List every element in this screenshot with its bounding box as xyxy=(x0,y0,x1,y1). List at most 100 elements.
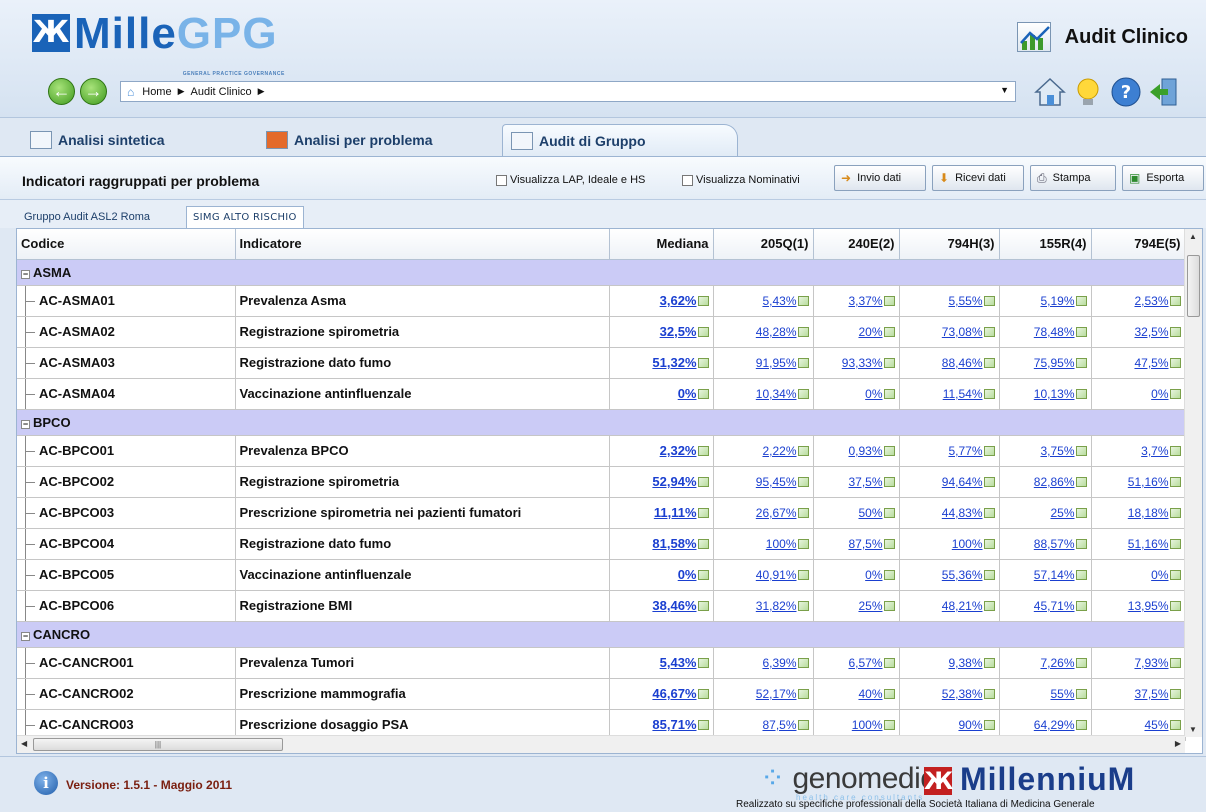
esporta-button[interactable]: ▣ Esporta xyxy=(1122,165,1204,191)
trend-chart-icon[interactable] xyxy=(697,658,709,668)
value-link[interactable]: 2,53% xyxy=(1134,294,1168,308)
table-row[interactable]: AC-BPCO03 Prescrizione spirometria nei pa… xyxy=(17,497,1186,529)
column-header[interactable]: Mediana xyxy=(609,229,714,260)
trend-chart-icon[interactable] xyxy=(1169,446,1181,456)
value-link[interactable]: 11,54% xyxy=(943,387,983,401)
ricevi-dati-button[interactable]: ⬇ Ricevi dati xyxy=(932,165,1024,191)
lightbulb-icon[interactable] xyxy=(1072,76,1104,108)
trend-chart-icon[interactable] xyxy=(983,508,995,518)
trend-chart-icon[interactable] xyxy=(697,539,709,549)
exit-icon[interactable] xyxy=(1148,76,1180,108)
trend-chart-icon[interactable] xyxy=(1169,296,1181,306)
value-link[interactable]: 87,5% xyxy=(762,718,796,732)
trend-chart-icon[interactable] xyxy=(697,446,709,456)
group-row[interactable]: − ASMA xyxy=(17,259,1185,286)
table-row[interactable]: AC-BPCO02 Registrazione spirometria 52,94%… xyxy=(17,466,1186,498)
value-link[interactable]: 51,32% xyxy=(652,355,696,370)
breadcrumb-item[interactable]: Audit Clinico xyxy=(191,86,252,98)
value-link[interactable]: 3,37% xyxy=(848,294,882,308)
table-row[interactable]: AC-ASMA02 Registrazione spirometria 32,5% 4… xyxy=(17,316,1186,348)
trend-chart-icon[interactable] xyxy=(797,689,809,699)
collapse-icon[interactable]: − xyxy=(21,269,30,279)
breadcrumb-item[interactable]: Home xyxy=(142,86,171,98)
trend-chart-icon[interactable] xyxy=(883,389,895,399)
value-link[interactable]: 45% xyxy=(1144,718,1168,732)
trend-chart-icon[interactable] xyxy=(1075,508,1087,518)
trend-chart-icon[interactable] xyxy=(1169,539,1181,549)
value-link[interactable]: 44,83% xyxy=(942,506,983,520)
value-link[interactable]: 0% xyxy=(1151,568,1168,582)
trend-chart-icon[interactable] xyxy=(797,601,809,611)
trend-chart-icon[interactable] xyxy=(1075,327,1087,337)
trend-chart-icon[interactable] xyxy=(797,446,809,456)
checkbox-icon[interactable] xyxy=(682,174,693,186)
trend-chart-icon[interactable] xyxy=(1169,570,1181,580)
table-row[interactable]: AC-CANCRO02 Prescrizione mammografia 46,67… xyxy=(17,678,1186,710)
tab-analisi-per-problema[interactable]: Analisi per problema xyxy=(258,124,488,156)
table-row[interactable]: AC-BPCO05 Vaccinazione antinfluenzale 0% 40… xyxy=(17,559,1186,591)
value-link[interactable]: 2,22% xyxy=(762,444,796,458)
trend-chart-icon[interactable] xyxy=(1169,720,1181,730)
value-link[interactable]: 26,67% xyxy=(756,506,797,520)
scroll-right-icon[interactable]: ▶ xyxy=(1175,739,1181,748)
value-link[interactable]: 91,95% xyxy=(756,356,797,370)
value-link[interactable]: 88,57% xyxy=(1034,537,1075,551)
trend-chart-icon[interactable] xyxy=(1169,477,1181,487)
value-link[interactable]: 6,57% xyxy=(848,656,882,670)
value-link[interactable]: 25% xyxy=(858,599,882,613)
scrollbar-thumb[interactable]: ||| xyxy=(33,738,283,751)
table-row[interactable]: AC-ASMA04 Vaccinazione antinfluenzale 0% 10… xyxy=(17,378,1186,410)
forward-icon[interactable]: → xyxy=(80,78,107,105)
trend-chart-icon[interactable] xyxy=(1075,358,1087,368)
value-link[interactable]: 55% xyxy=(1050,687,1074,701)
trend-chart-icon[interactable] xyxy=(697,327,709,337)
value-link[interactable]: 5,55% xyxy=(948,294,982,308)
table-row[interactable]: AC-BPCO01 Prevalenza BPCO 2,32% 2,22% 0,93% 5… xyxy=(17,435,1186,467)
value-link[interactable]: 38,46% xyxy=(652,598,696,613)
trend-chart-icon[interactable] xyxy=(697,477,709,487)
tab-audit-di-gruppo[interactable]: Audit di Gruppo xyxy=(502,124,738,156)
vertical-scrollbar[interactable]: ▲ ▼ xyxy=(1184,229,1202,737)
trend-chart-icon[interactable] xyxy=(1075,446,1087,456)
value-link[interactable]: 5,43% xyxy=(762,294,796,308)
value-link[interactable]: 100% xyxy=(766,537,797,551)
scroll-up-icon[interactable]: ▲ xyxy=(1189,232,1197,241)
trend-chart-icon[interactable] xyxy=(883,477,895,487)
value-link[interactable]: 37,5% xyxy=(848,475,882,489)
subtab-gruppo-audit[interactable]: Gruppo Audit ASL2 Roma xyxy=(18,206,156,228)
trend-chart-icon[interactable] xyxy=(1075,477,1087,487)
value-link[interactable]: 47,5% xyxy=(1134,356,1168,370)
value-link[interactable]: 57,14% xyxy=(1034,568,1075,582)
trend-chart-icon[interactable] xyxy=(697,720,709,730)
value-link[interactable]: 55,36% xyxy=(942,568,983,582)
trend-chart-icon[interactable] xyxy=(697,689,709,699)
trend-chart-icon[interactable] xyxy=(797,720,809,730)
value-link[interactable]: 52,38% xyxy=(942,687,983,701)
trend-chart-icon[interactable] xyxy=(883,446,895,456)
value-link[interactable]: 20% xyxy=(858,325,882,339)
value-link[interactable]: 94,64% xyxy=(942,475,983,489)
value-link[interactable]: 52,17% xyxy=(756,687,797,701)
value-link[interactable]: 93,33% xyxy=(842,356,883,370)
value-link[interactable]: 85,71% xyxy=(652,717,696,732)
trend-chart-icon[interactable] xyxy=(797,358,809,368)
trend-chart-icon[interactable] xyxy=(697,570,709,580)
value-link[interactable]: 5,43% xyxy=(660,655,697,670)
trend-chart-icon[interactable] xyxy=(797,389,809,399)
invio-dati-button[interactable]: ➜ Invio dati xyxy=(834,165,926,191)
check-nominativi[interactable]: Visualizza Nominativi xyxy=(682,174,800,186)
trend-chart-icon[interactable] xyxy=(1169,327,1181,337)
trend-chart-icon[interactable] xyxy=(1075,539,1087,549)
value-link[interactable]: 0,93% xyxy=(848,444,882,458)
trend-chart-icon[interactable] xyxy=(1169,389,1181,399)
trend-chart-icon[interactable] xyxy=(1169,358,1181,368)
trend-chart-icon[interactable] xyxy=(883,327,895,337)
value-link[interactable]: 73,08% xyxy=(942,325,983,339)
column-header[interactable]: 240E(2) xyxy=(813,229,900,260)
trend-chart-icon[interactable] xyxy=(1075,658,1087,668)
value-link[interactable]: 0% xyxy=(865,568,882,582)
subtab-simg-alto-rischio[interactable]: SIMG ALTO RISCHIO xyxy=(186,206,304,228)
collapse-icon[interactable]: − xyxy=(21,631,30,641)
value-link[interactable]: 9,38% xyxy=(948,656,982,670)
trend-chart-icon[interactable] xyxy=(697,389,709,399)
